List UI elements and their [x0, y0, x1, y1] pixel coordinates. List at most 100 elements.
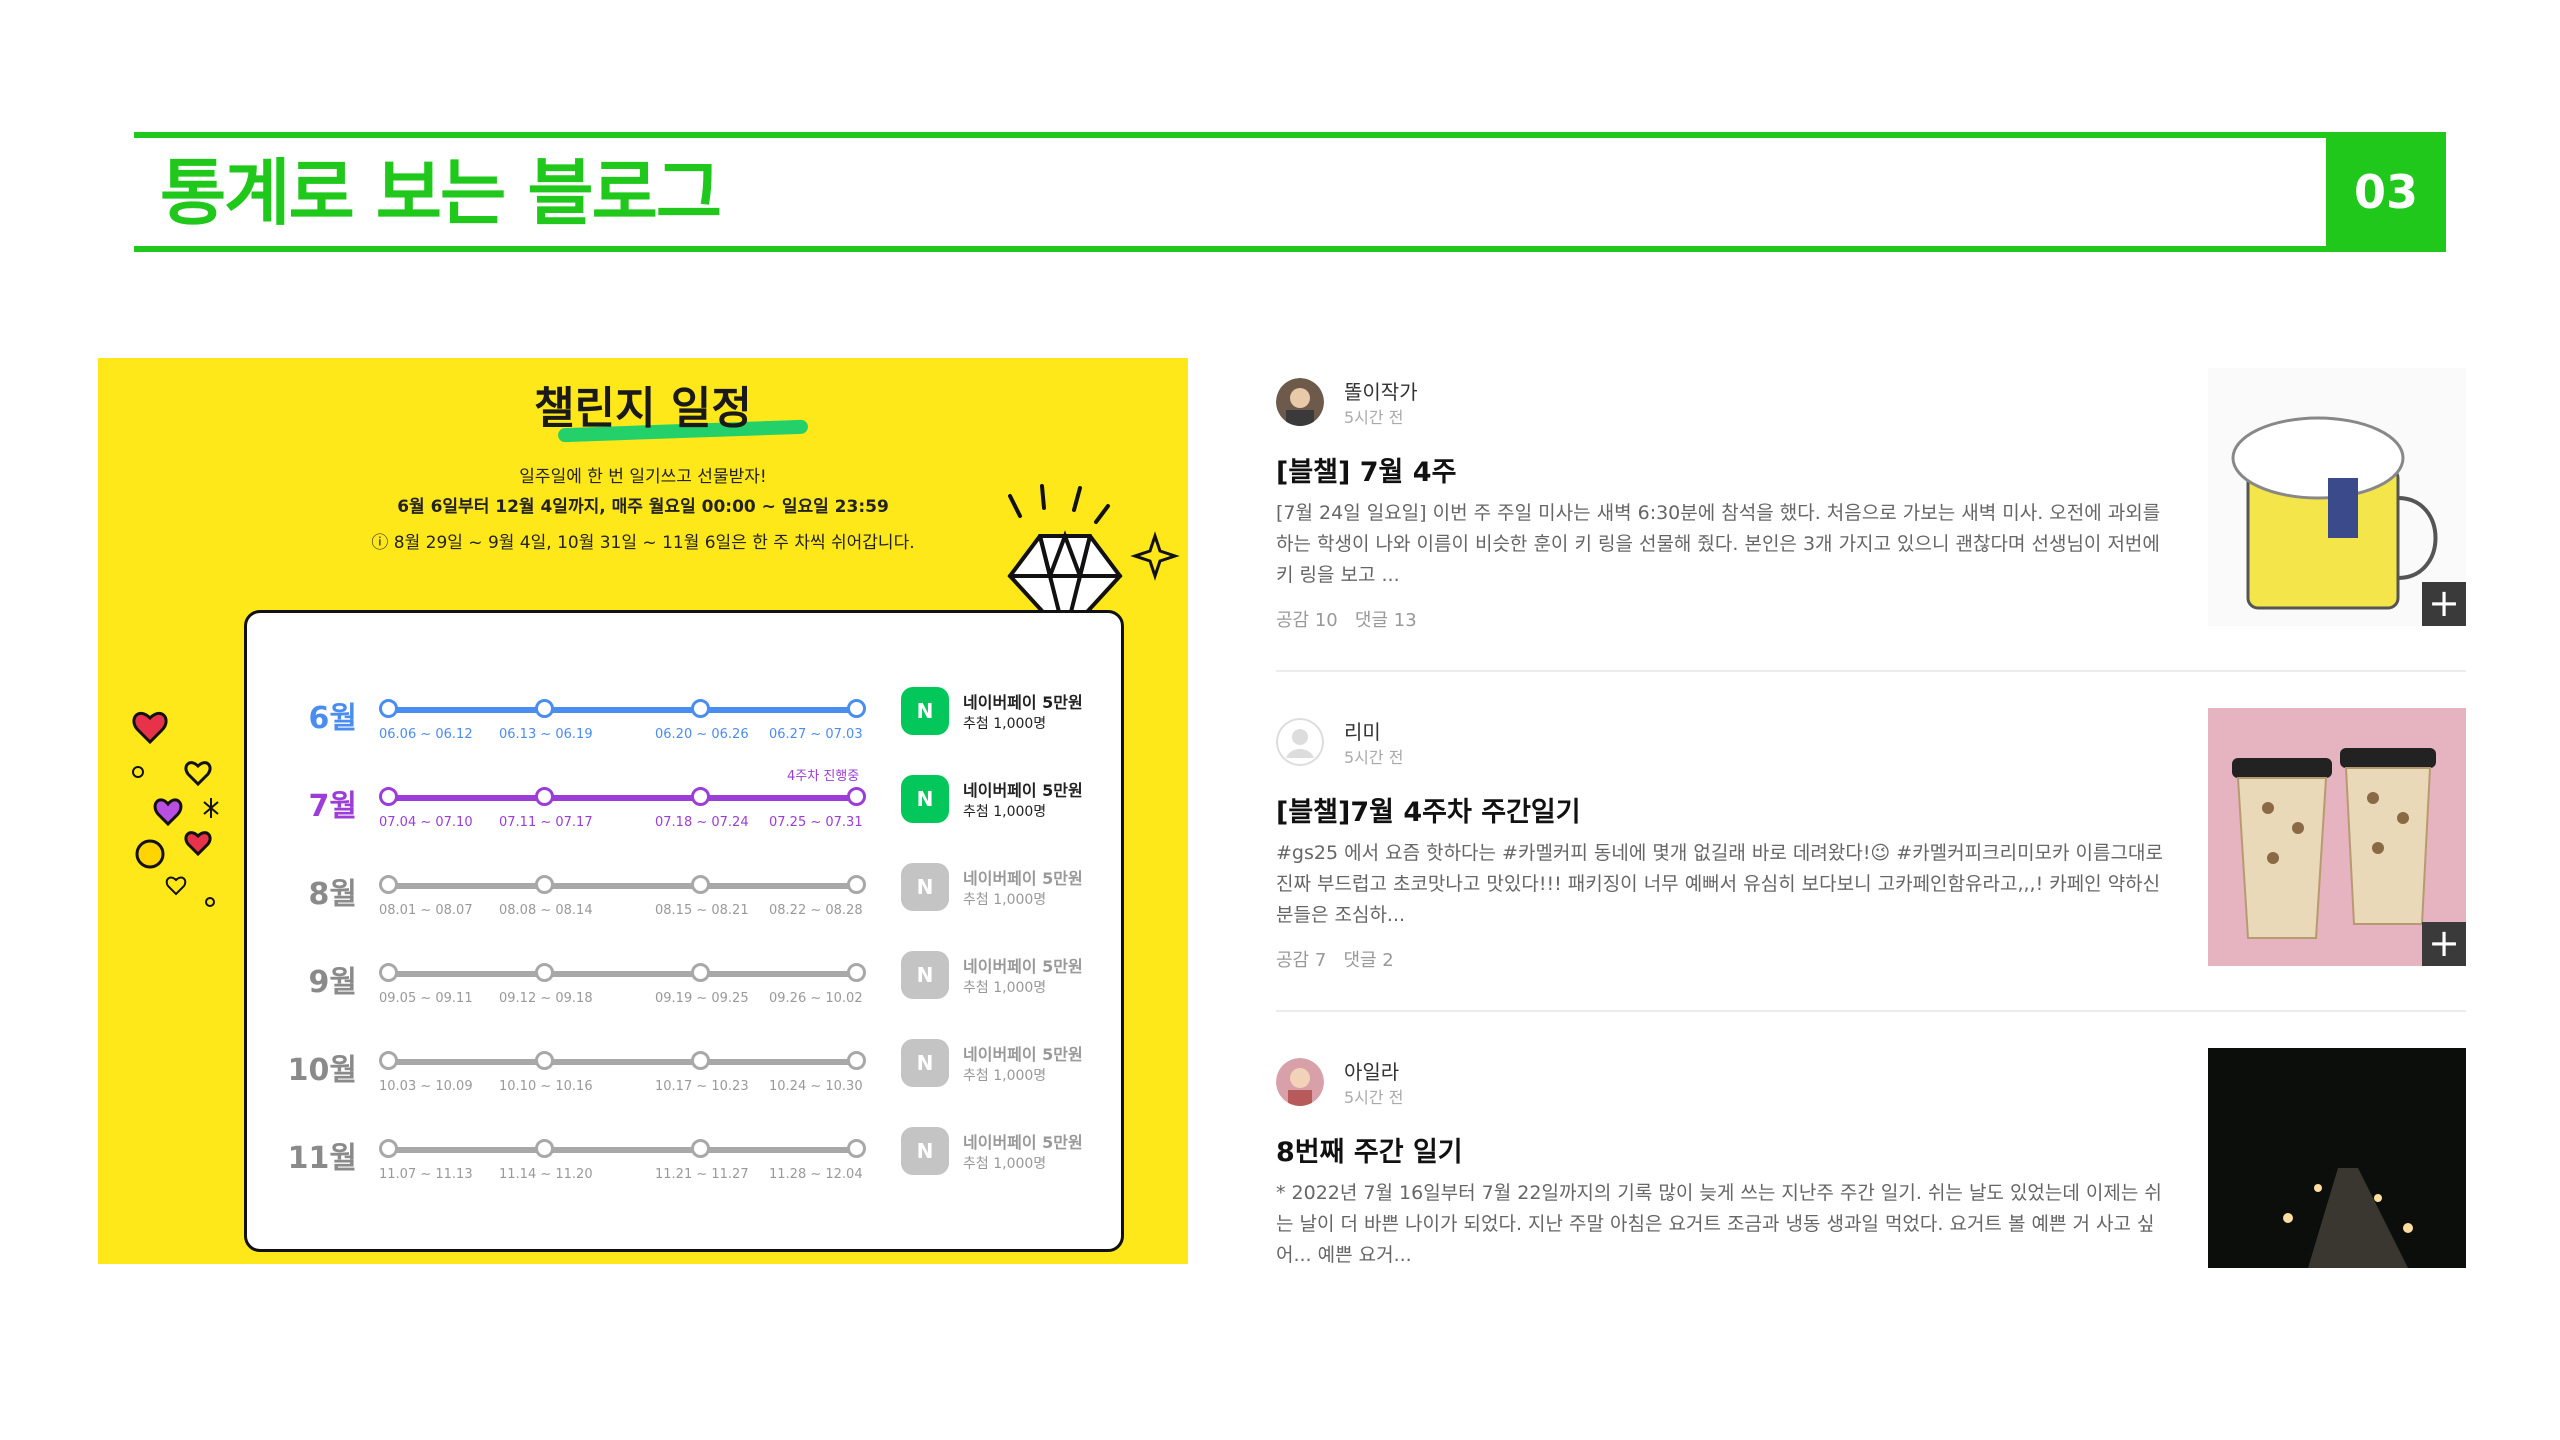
prize-label: 네이버페이 5만원: [963, 781, 1083, 800]
week-range: 06.06 ~ 06.12: [379, 727, 473, 742]
week-node: [535, 699, 554, 718]
week-range: 11.14 ~ 11.20: [499, 1167, 593, 1182]
page-number: 03: [2326, 132, 2446, 252]
week-node: [847, 1139, 866, 1158]
week-range: 08.01 ~ 08.07: [379, 903, 473, 918]
post-author[interactable]: 리미: [1344, 716, 1381, 745]
draw-count: 추첨 1,000명: [963, 804, 1047, 820]
week-node: [535, 875, 554, 894]
post-time: 5시간 전: [1344, 748, 1404, 767]
blog-post-card[interactable]: 똘이작가 5시간 전 [블챌] 7월 4주 [7월 24일 일요일] 이번 주 …: [1276, 368, 2466, 658]
post-thumbnail[interactable]: +: [2208, 708, 2466, 966]
schedule-row: 11월 11.07 ~ 11.13 11.14 ~ 11.20 11.21 ~ 11.…: [247, 1123, 1127, 1203]
week-node: [847, 699, 866, 718]
week-track: [387, 707, 857, 713]
week-node: [379, 963, 398, 982]
slide-header: 통계로 보는 블로그 03: [134, 132, 2446, 252]
comment-count[interactable]: 댓글 2: [1343, 950, 1393, 971]
week-node: [379, 1139, 398, 1158]
post-title[interactable]: 8번째 주간 일기: [1276, 1130, 1463, 1169]
post-title[interactable]: [블챌] 7월 4주: [1276, 450, 1456, 489]
month-label: 8월: [308, 877, 357, 912]
post-time: 5시간 전: [1344, 1088, 1404, 1107]
challenge-schedule-panel: 챌린지 일정 일주일에 한 번 일기쓰고 선물받자! 6월 6일부터 12월 4…: [98, 358, 1188, 1264]
week-range: 07.11 ~ 07.17: [499, 815, 593, 830]
blog-post-card[interactable]: 아일라 5시간 전 8번째 주간 일기 * 2022년 7월 16일부터 7월 …: [1276, 1048, 2466, 1338]
draw-count: 추첨 1,000명: [963, 980, 1047, 996]
prize-label: 네이버페이 5만원: [963, 693, 1083, 712]
post-excerpt[interactable]: * 2022년 7월 16일부터 7월 22일까지의 기록 많이 늦게 쓰는 지…: [1276, 1178, 2176, 1271]
naver-pay-badge-icon: N: [901, 951, 949, 999]
naver-pay-badge-icon: N: [901, 775, 949, 823]
week-node: [535, 1051, 554, 1070]
naver-pay-badge-icon: N: [901, 1039, 949, 1087]
week-range: 09.12 ~ 09.18: [499, 991, 593, 1006]
naver-pay-badge-icon: N: [901, 1127, 949, 1175]
post-thumbnail[interactable]: +: [2208, 368, 2466, 626]
schedule-board: 6월 06.06 ~ 06.12 06.13 ~ 06.19 06.20 ~ 06.2…: [244, 610, 1124, 1252]
prize-label: 네이버페이 5만원: [963, 869, 1083, 888]
week-node: [379, 787, 398, 806]
week-range: 09.26 ~ 10.02: [769, 991, 863, 1006]
week-track: [387, 1147, 857, 1153]
schedule-row: 10월 10.03 ~ 10.09 10.10 ~ 10.16 10.17 ~ 10.…: [247, 1035, 1127, 1115]
schedule-row: 7월 07.04 ~ 07.10 07.11 ~ 07.17 07.18 ~ 07.2…: [247, 769, 1127, 851]
month-label: 9월: [308, 965, 357, 1000]
naver-pay-badge-icon: N: [901, 687, 949, 735]
blog-post-card[interactable]: 리미 5시간 전 [블챌]7월 4주차 주간일기 #gs25 에서 요즘 핫하다…: [1276, 708, 2466, 998]
week-node: [535, 1139, 554, 1158]
draw-count: 추첨 1,000명: [963, 1068, 1047, 1084]
post-author[interactable]: 똘이작가: [1344, 376, 1418, 405]
post-time: 5시간 전: [1344, 408, 1404, 427]
expand-plus-button[interactable]: +: [2422, 922, 2466, 966]
week-node: [535, 787, 554, 806]
expand-plus-button[interactable]: +: [2422, 582, 2466, 626]
week-range: 07.25 ~ 07.31: [769, 815, 863, 830]
month-label: 11월: [287, 1141, 357, 1176]
naver-pay-badge-icon: N: [901, 863, 949, 911]
page-title: 통계로 보는 블로그: [160, 151, 722, 235]
diamond-icon: [1007, 484, 1180, 626]
post-title[interactable]: [블챌]7월 4주차 주간일기: [1276, 790, 1581, 829]
week-node: [691, 787, 710, 806]
week-node: [847, 1051, 866, 1070]
schedule-row: 9월 09.05 ~ 09.11 09.12 ~ 09.18 09.19 ~ 09.2…: [247, 947, 1127, 1027]
month-label: 7월: [308, 789, 357, 824]
week-range: 08.08 ~ 08.14: [499, 903, 593, 918]
post-excerpt[interactable]: #gs25 에서 요즘 핫하다는 #카멜커피 동네에 몇개 없길래 바로 데려왔…: [1276, 838, 2176, 931]
week-node: [379, 1051, 398, 1070]
night-path-photo: [2208, 1048, 2466, 1268]
like-count[interactable]: 공감 10: [1276, 610, 1338, 631]
week-node: [379, 699, 398, 718]
avatar: [1276, 718, 1324, 766]
prize-label: 네이버페이 5만원: [963, 1045, 1083, 1064]
avatar: [1276, 378, 1324, 426]
challenge-title: 챌린지 일정: [534, 383, 752, 434]
post-stats: 공감 10 댓글 13: [1276, 606, 1417, 632]
week-range: 10.24 ~ 10.30: [769, 1079, 863, 1094]
post-author[interactable]: 아일라: [1344, 1056, 1399, 1085]
week-range: 11.28 ~ 12.04: [769, 1167, 863, 1182]
month-label: 6월: [308, 701, 357, 736]
week-track: [387, 883, 857, 889]
week-node: [691, 963, 710, 982]
week-node: [379, 875, 398, 894]
like-count[interactable]: 공감 7: [1276, 950, 1326, 971]
week-range: 09.05 ~ 09.11: [379, 991, 473, 1006]
week-node: [691, 1051, 710, 1070]
divider: [1276, 1010, 2466, 1012]
week-node: [535, 963, 554, 982]
week-range: 06.27 ~ 07.03: [769, 727, 863, 742]
post-excerpt[interactable]: [7월 24일 일요일] 이번 주 주일 미사는 새벽 6:30분에 참석을 했…: [1276, 498, 2176, 591]
week-node: [691, 699, 710, 718]
comment-count[interactable]: 댓글 13: [1355, 610, 1417, 631]
week-range: 06.13 ~ 06.19: [499, 727, 593, 742]
post-thumbnail[interactable]: [2208, 1048, 2466, 1268]
week-node: [847, 963, 866, 982]
week-node: [847, 875, 866, 894]
month-label: 10월: [287, 1053, 357, 1088]
draw-count: 추첨 1,000명: [963, 892, 1047, 908]
draw-count: 추첨 1,000명: [963, 716, 1047, 732]
week-range: 11.07 ~ 11.13: [379, 1167, 473, 1182]
week-node: [691, 875, 710, 894]
